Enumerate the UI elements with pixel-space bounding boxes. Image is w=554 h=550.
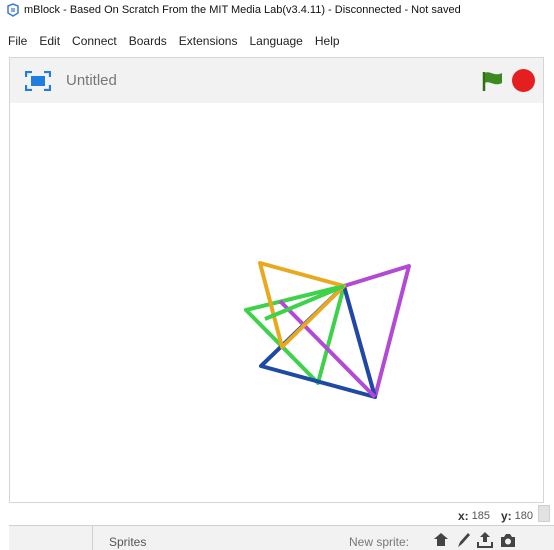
scrollbar-handle[interactable] <box>538 505 550 522</box>
y-label: y: <box>500 509 512 523</box>
stage-header: Untitled <box>9 57 544 103</box>
menu-language[interactable]: Language <box>243 34 308 48</box>
camera-icon[interactable] <box>499 531 517 549</box>
menu-bar: File Edit Connect Boards Extensions Lang… <box>0 30 554 52</box>
mouse-coordinates: x: 185 y: 180 <box>458 509 533 523</box>
menu-boards[interactable]: Boards <box>123 34 173 48</box>
mblock-app-icon <box>7 3 19 17</box>
choose-sprite-from-library-icon[interactable] <box>432 531 450 549</box>
menu-help[interactable]: Help <box>309 34 346 48</box>
fullscreen-icon <box>25 70 51 91</box>
paint-new-sprite-icon[interactable] <box>454 531 472 549</box>
x-value: 185 <box>471 510 490 522</box>
fullscreen-button[interactable] <box>24 70 52 92</box>
green-flag-button[interactable] <box>481 70 505 92</box>
menu-file[interactable]: File <box>0 34 33 48</box>
menu-connect[interactable]: Connect <box>66 34 123 48</box>
window-title: mBlock - Based On Scratch From the MIT M… <box>24 4 461 16</box>
upload-sprite-icon[interactable] <box>476 531 494 549</box>
stop-button[interactable] <box>512 69 535 92</box>
x-label: x: <box>457 509 469 523</box>
menu-extensions[interactable]: Extensions <box>173 34 244 48</box>
title-bar: mBlock - Based On Scratch From the MIT M… <box>0 0 554 20</box>
y-value: 180 <box>514 510 533 522</box>
sprites-label: Sprites <box>109 535 147 549</box>
stage-canvas[interactable] <box>9 103 544 503</box>
new-sprite-label: New sprite: <box>349 535 410 549</box>
project-title[interactable]: Untitled <box>66 72 117 89</box>
pen-drawing <box>244 261 411 399</box>
stage-thumbnail-panel[interactable] <box>9 526 93 550</box>
menu-edit[interactable]: Edit <box>33 34 66 48</box>
green-flag-icon <box>482 72 502 91</box>
sprites-bar: Sprites New sprite: <box>9 525 554 550</box>
